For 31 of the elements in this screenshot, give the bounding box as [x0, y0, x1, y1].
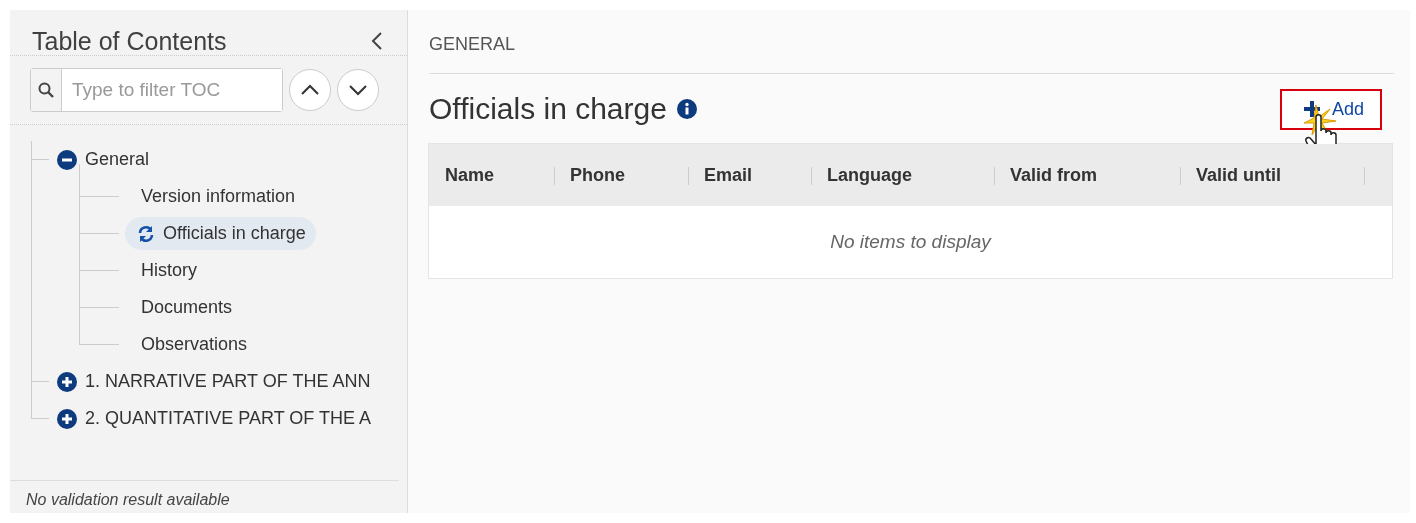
next-button[interactable]: [337, 69, 379, 111]
column-header[interactable]: Name: [429, 144, 554, 206]
search-icon: [38, 82, 54, 98]
page-heading: Officials in charge: [429, 92, 667, 126]
column-header[interactable]: Phone: [554, 144, 688, 206]
info-icon: [676, 99, 697, 119]
refresh-icon: [137, 224, 155, 243]
tree-item[interactable]: History: [125, 254, 207, 287]
previous-button[interactable]: [289, 69, 331, 111]
tree-item[interactable]: Version information: [125, 180, 306, 213]
tree-item[interactable]: 1. NARRATIVE PART OF THE ANN: [85, 371, 371, 392]
plus-circle-icon[interactable]: [57, 408, 77, 429]
column-header[interactable]: Language: [811, 144, 994, 206]
tree-item[interactable]: Documents: [125, 291, 243, 324]
minus-circle-icon[interactable]: [57, 149, 77, 170]
section-label: GENERAL: [429, 10, 1394, 74]
chevron-up-icon: [300, 84, 320, 96]
column-header[interactable]: Valid from: [994, 144, 1180, 206]
empty-message: No items to display: [429, 206, 1392, 278]
tree-item[interactable]: 2. QUANTITATIVE PART OF THE A: [85, 408, 372, 429]
chevron-down-icon: [348, 84, 368, 96]
tree-item[interactable]: General: [85, 149, 150, 170]
tree-item[interactable]: Officials in charge: [125, 217, 316, 250]
validation-status: No validation result available: [10, 480, 399, 513]
filter-field[interactable]: Type to filter TOC: [30, 68, 283, 112]
plus-circle-icon[interactable]: [57, 371, 77, 392]
panel-title: Table of Contents: [32, 27, 227, 56]
add-button[interactable]: Add: [1279, 88, 1382, 130]
column-header[interactable]: Valid until: [1180, 144, 1364, 206]
tree-item[interactable]: Observations: [125, 328, 258, 361]
column-header[interactable]: Email: [688, 144, 811, 206]
